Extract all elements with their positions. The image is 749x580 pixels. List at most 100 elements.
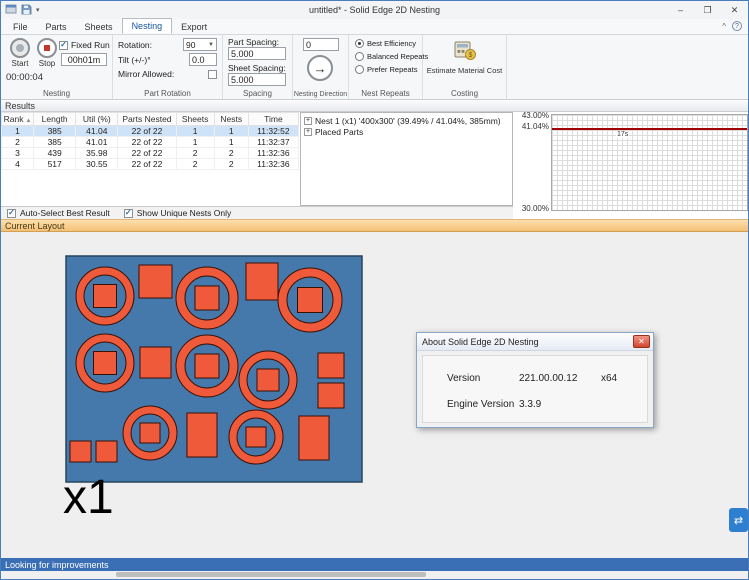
part-rect[interactable] bbox=[139, 265, 172, 298]
show-unique-nests-checkbox[interactable]: Show Unique Nests Only bbox=[124, 208, 232, 218]
col-nests[interactable]: Nests bbox=[214, 113, 248, 126]
fixed-run-checkbox[interactable]: Fixed Run bbox=[59, 40, 110, 50]
part-rect[interactable] bbox=[140, 347, 171, 378]
version-label: Version bbox=[447, 373, 480, 384]
tab-parts[interactable]: Parts bbox=[37, 20, 76, 34]
calculator-icon: $ bbox=[453, 53, 477, 63]
ribbon: Start Stop Fixed Run 00:00:04 Nesting Ro… bbox=[1, 35, 748, 100]
collapse-ribbon-icon[interactable]: ^ bbox=[722, 22, 726, 31]
part-rect[interactable] bbox=[70, 441, 91, 462]
radio-prefer-repeats[interactable]: Prefer Repeats bbox=[355, 65, 417, 74]
results-options-bar: Auto-Select Best Result Show Unique Nest… bbox=[1, 206, 513, 219]
checkbox-label: Show Unique Nests Only bbox=[137, 208, 232, 218]
architecture-value: x64 bbox=[601, 373, 617, 384]
dialog-title-bar[interactable]: About Solid Edge 2D Nesting ✕ bbox=[417, 333, 653, 351]
tab-sheets[interactable]: Sheets bbox=[76, 20, 122, 34]
estimate-material-cost-button[interactable]: $ Estimate Material Cost bbox=[423, 40, 506, 75]
col-util[interactable]: Util (%) bbox=[76, 113, 118, 126]
pan-control-button[interactable]: ⇄ bbox=[729, 508, 748, 532]
chart-y-label: 30.00% bbox=[513, 204, 549, 213]
group-label-costing: Costing bbox=[423, 89, 506, 98]
part-ring[interactable] bbox=[229, 410, 283, 464]
table-row[interactable]: 2385 41.0122 of 22 11 11:32:37 bbox=[2, 137, 299, 148]
direction-angle-input[interactable] bbox=[303, 38, 339, 51]
tree-item-nest[interactable]: + Nest 1 (x1) '400x300' (39.49% / 41.04%… bbox=[304, 115, 512, 126]
mirror-allowed-checkbox[interactable] bbox=[208, 70, 217, 79]
part-ring[interactable] bbox=[76, 267, 134, 325]
results-table: Rank▲ Length Util (%) Parts Nested Sheet… bbox=[1, 112, 300, 206]
tab-nesting[interactable]: Nesting bbox=[122, 18, 173, 34]
checkbox-label: Auto-Select Best Result bbox=[20, 208, 110, 218]
checkbox-icon bbox=[59, 41, 68, 50]
status-bar: Looking for improvements bbox=[1, 558, 748, 571]
col-rank[interactable]: Rank▲ bbox=[2, 113, 34, 126]
window-controls: – ❐ ✕ bbox=[667, 1, 748, 19]
minimize-button[interactable]: – bbox=[667, 1, 694, 19]
rotation-row: Rotation: 90 ▼ bbox=[118, 38, 217, 51]
table-row[interactable]: 1385 41.0422 of 22 11 11:32:52 bbox=[2, 126, 299, 137]
stop-button-label: Stop bbox=[39, 59, 55, 68]
part-ring[interactable] bbox=[176, 267, 238, 329]
mirror-allowed-label: Mirror Allowed: bbox=[118, 69, 174, 79]
run-time-input[interactable] bbox=[61, 53, 107, 66]
horizontal-scrollbar[interactable] bbox=[1, 571, 748, 579]
start-button-label: Start bbox=[12, 59, 29, 68]
close-button[interactable]: ✕ bbox=[721, 1, 748, 19]
part-ring[interactable] bbox=[76, 334, 134, 392]
table-row[interactable]: 3439 35.9822 of 22 22 11:32:36 bbox=[2, 148, 299, 159]
col-time[interactable]: Time bbox=[248, 113, 298, 126]
ribbon-group-part-rotation: Rotation: 90 ▼ Tilt (+/-)° Mirror Allowe… bbox=[113, 35, 223, 99]
group-label-nesting: Nesting bbox=[1, 89, 112, 98]
sheet-count-label: x1 bbox=[63, 470, 114, 525]
radio-label: Prefer Repeats bbox=[367, 65, 417, 74]
col-parts-nested[interactable]: Parts Nested bbox=[118, 113, 176, 126]
help-icon[interactable]: ? bbox=[732, 21, 742, 31]
col-sheets[interactable]: Sheets bbox=[176, 113, 214, 126]
part-ring[interactable] bbox=[123, 406, 177, 460]
part-ring[interactable] bbox=[278, 268, 342, 332]
nest-tree: + Nest 1 (x1) '400x300' (39.49% / 41.04%… bbox=[300, 112, 513, 206]
window-title: untitled* - Solid Edge 2D Nesting bbox=[1, 1, 748, 19]
ribbon-group-costing: $ Estimate Material Cost Costing bbox=[423, 35, 507, 99]
title-bar: ▾ untitled* - Solid Edge 2D Nesting – ❐ … bbox=[1, 1, 748, 19]
radio-best-efficiency[interactable]: Best Efficiency bbox=[355, 39, 416, 48]
part-rect[interactable] bbox=[246, 263, 278, 300]
layout-canvas[interactable]: x1 About Solid Edge 2D Nesting ✕ Version… bbox=[1, 232, 748, 558]
tree-item-placed-parts[interactable]: + Placed Parts bbox=[304, 126, 512, 137]
tilt-input[interactable] bbox=[189, 53, 217, 66]
maximize-button[interactable]: ❐ bbox=[694, 1, 721, 19]
start-button[interactable]: Start bbox=[7, 38, 33, 68]
about-dialog: About Solid Edge 2D Nesting ✕ Version 22… bbox=[416, 332, 654, 428]
sheet-spacing-input[interactable] bbox=[228, 73, 286, 86]
nesting-direction-button[interactable]: → bbox=[307, 55, 333, 81]
part-ring[interactable] bbox=[176, 335, 238, 397]
part-rect[interactable] bbox=[318, 383, 344, 408]
expand-icon[interactable]: + bbox=[304, 128, 312, 136]
chevron-down-icon: ▼ bbox=[208, 42, 214, 48]
tab-file[interactable]: File bbox=[4, 20, 37, 34]
chart-y-label: 43.00% bbox=[513, 111, 549, 120]
chart-y-label: 41.04% bbox=[513, 122, 549, 131]
tilt-label: Tilt (+/-)° bbox=[118, 55, 151, 65]
stop-button[interactable]: Stop bbox=[34, 38, 60, 68]
radio-label: Best Efficiency bbox=[367, 39, 416, 48]
dialog-close-button[interactable]: ✕ bbox=[633, 335, 650, 348]
expand-icon[interactable]: + bbox=[304, 117, 312, 125]
radio-balanced-repeats[interactable]: Balanced Repeats bbox=[355, 52, 428, 61]
part-rect[interactable] bbox=[187, 413, 217, 457]
part-rect[interactable] bbox=[318, 353, 344, 378]
current-layout-header: Current Layout bbox=[1, 219, 748, 232]
radio-icon bbox=[355, 39, 364, 48]
table-header-row: Rank▲ Length Util (%) Parts Nested Sheet… bbox=[2, 113, 299, 126]
part-ring[interactable] bbox=[239, 351, 297, 409]
part-rect[interactable] bbox=[299, 416, 329, 460]
col-length[interactable]: Length bbox=[34, 113, 76, 126]
scrollbar-thumb[interactable] bbox=[116, 572, 426, 577]
table-row[interactable]: 4517 30.5522 of 22 22 11:32:36 bbox=[2, 159, 299, 170]
auto-select-best-result-checkbox[interactable]: Auto-Select Best Result bbox=[7, 208, 110, 218]
checkbox-icon bbox=[124, 209, 133, 218]
part-rect[interactable] bbox=[96, 441, 117, 462]
tab-export[interactable]: Export bbox=[172, 20, 216, 34]
part-spacing-input[interactable] bbox=[228, 47, 286, 60]
rotation-select[interactable]: 90 ▼ bbox=[183, 38, 217, 51]
